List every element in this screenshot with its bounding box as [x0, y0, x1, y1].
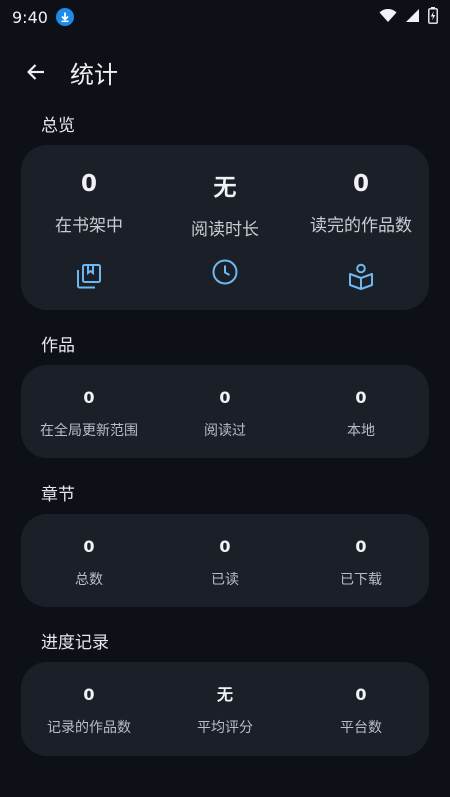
- stat-value: 0: [83, 685, 95, 704]
- page-title: 统计: [70, 60, 118, 89]
- library-bookmark-icon: [75, 262, 103, 290]
- stat-label: 阅读过: [204, 423, 246, 439]
- stat-label: 已读: [211, 572, 239, 588]
- works-stat-global-update: 0 在全局更新范围: [21, 386, 157, 458]
- stat-value: 无: [216, 685, 233, 704]
- stats-screen: 9:40 统计 总览 0 在书架中 无 阅读时长 0 读完的作品数 作品 0 在…: [0, 0, 450, 797]
- stat-value: 无: [213, 175, 237, 201]
- arrow-left-icon: [27, 64, 44, 80]
- stat-value: 0: [219, 388, 231, 407]
- stat-label: 本地: [347, 423, 375, 439]
- stat-value: 0: [80, 171, 97, 197]
- chapters-stat-downloaded: 0 已下载: [293, 535, 429, 607]
- works-stat-local: 0 本地: [293, 386, 429, 458]
- download-notification-icon: [55, 8, 74, 26]
- stat-value: 0: [83, 388, 95, 407]
- status-right: [379, 6, 438, 28]
- clock-icon: [211, 258, 239, 286]
- overview-stat-completed: 0 读完的作品数: [293, 145, 429, 310]
- overview-stat-reading-time: 无 阅读时长: [157, 145, 293, 310]
- stat-label: 记录的作品数: [47, 720, 131, 736]
- stat-label: 平均评分: [197, 720, 253, 736]
- tracking-card: 0 记录的作品数 无 平均评分 0 平台数: [21, 662, 429, 756]
- chapters-stat-total: 0 总数: [21, 535, 157, 607]
- stat-value: 0: [219, 537, 231, 556]
- battery-charging-icon: [428, 6, 438, 28]
- tracking-stat-trackers: 0 平台数: [293, 683, 429, 756]
- stat-value: 0: [355, 685, 367, 704]
- status-time: 9:40: [12, 7, 48, 27]
- status-bar: 9:40: [0, 0, 450, 34]
- overview-card: 0 在书架中 无 阅读时长 0 读完的作品数: [21, 145, 429, 310]
- chapters-section-title: 章节: [41, 485, 75, 505]
- works-card: 0 在全局更新范围 0 阅读过 0 本地: [21, 365, 429, 458]
- works-section-title: 作品: [41, 336, 75, 356]
- tracking-stat-mean-score: 无 平均评分: [157, 683, 293, 756]
- back-button[interactable]: [16, 52, 56, 92]
- stat-value: 0: [355, 388, 367, 407]
- stat-label: 平台数: [340, 720, 382, 736]
- app-bar: 统计: [0, 44, 450, 100]
- stat-label: 阅读时长: [191, 220, 259, 240]
- stat-label: 在全局更新范围: [40, 423, 138, 439]
- stat-value: 0: [352, 171, 369, 197]
- stat-value: 0: [355, 537, 367, 556]
- tracking-stat-tracked: 0 记录的作品数: [21, 683, 157, 756]
- stat-label: 在书架中: [55, 216, 123, 236]
- stat-label: 总数: [75, 572, 103, 588]
- chapters-stat-read: 0 已读: [157, 535, 293, 607]
- chapters-card: 0 总数 0 已读 0 已下载: [21, 514, 429, 607]
- overview-section-title: 总览: [41, 116, 75, 136]
- stat-label: 读完的作品数: [310, 216, 412, 236]
- stat-label: 已下载: [340, 572, 382, 588]
- tracking-section-title: 进度记录: [41, 633, 109, 653]
- status-left: 9:40: [12, 8, 74, 27]
- reading-person-icon: [347, 262, 375, 290]
- stat-value: 0: [83, 537, 95, 556]
- wifi-icon: [379, 8, 397, 27]
- works-stat-read: 0 阅读过: [157, 386, 293, 458]
- overview-stat-library: 0 在书架中: [21, 145, 157, 310]
- cell-signal-icon: [405, 8, 420, 27]
